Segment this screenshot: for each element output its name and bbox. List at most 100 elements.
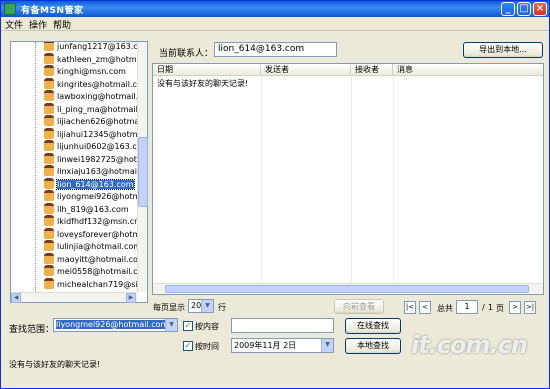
search-range-value: liyongmei926@hotmail.com	[56, 320, 169, 329]
current-page-input[interactable]: 1	[456, 300, 478, 314]
menu-help[interactable]: 帮助	[53, 18, 71, 31]
contact-list[interactable]: junfang1217@163.com kathleen_zm@hotmailki…	[11, 42, 137, 292]
contact-list-item[interactable]: li_ping_ma@hotmail.com	[44, 102, 137, 116]
contact-list-item[interactable]: llh_819@163.com	[44, 202, 137, 216]
contact-email: lion_614@163.com	[56, 178, 135, 190]
contact-list-item[interactable]: lijiachen626@hotmail.com	[44, 115, 137, 128]
local-search-button[interactable]: 本地查找	[345, 338, 401, 354]
per-page-select[interactable]: 20 ▼	[188, 299, 214, 313]
contact-avatar-icon	[44, 202, 54, 214]
scroll-left-arrow-icon[interactable]: ◀	[11, 293, 21, 303]
site-watermark: it.com.cn	[411, 331, 528, 359]
reverse-view-button[interactable]: 向前查看	[334, 299, 384, 314]
title-bar[interactable]: 有备MSN管家 _ □ ×	[1, 1, 549, 17]
contact-list-item[interactable]: linwei1982725@hotmail	[44, 152, 137, 166]
by-content-checkbox[interactable]: ✓	[183, 321, 193, 331]
window-title: 有备MSN管家	[21, 6, 84, 16]
contact-avatar-icon	[44, 252, 54, 264]
menu-file[interactable]: 文件	[5, 18, 23, 31]
contact-horizontal-scrollbar[interactable]: ◀ ▶	[11, 292, 137, 303]
minimize-button[interactable]: _	[501, 2, 515, 16]
next-page-button[interactable]: >	[509, 301, 521, 314]
contact-avatar-icon	[44, 127, 54, 139]
contact-avatar-icon	[44, 77, 54, 89]
contact-list-item[interactable]: liyongmei926@hotmail.com	[44, 190, 137, 203]
by-content-label: 按内容	[195, 322, 219, 331]
contact-email: liyongmei926@hotmail.com	[57, 192, 137, 201]
contact-email: lijunhui0602@163.com	[57, 142, 137, 151]
contact-list-item[interactable]: kingrites@hotmail.com	[44, 77, 137, 91]
contact-list-item[interactable]: lulinjia@hotmail.com	[44, 240, 137, 253]
menu-action[interactable]: 操作	[29, 18, 47, 31]
status-text: 没有与该好友的聊天记录!	[9, 360, 101, 369]
contact-list-item[interactable]: kinghi@msn.com	[44, 65, 137, 78]
column-receiver[interactable]: 接收者	[351, 64, 393, 76]
column-message[interactable]: 消息	[393, 64, 543, 76]
maximize-button[interactable]: □	[517, 2, 531, 16]
by-time-checkbox[interactable]: ✓	[183, 341, 193, 351]
contact-avatar-icon	[44, 90, 54, 101]
contact-avatar-icon	[44, 140, 54, 151]
prev-page-button[interactable]: <	[419, 301, 431, 314]
contact-avatar-icon	[44, 240, 54, 251]
contact-email: maoyitt@hotmail.com	[57, 254, 137, 264]
contact-email: llh_819@163.com	[57, 204, 129, 214]
contact-list-panel[interactable]: junfang1217@163.com kathleen_zm@hotmailki…	[10, 41, 148, 303]
column-divider	[393, 76, 394, 283]
total-label: 总共	[437, 304, 453, 313]
chevron-down-icon[interactable]: ▼	[201, 300, 213, 312]
page-separator: /	[482, 303, 485, 312]
contact-avatar-icon	[44, 102, 54, 114]
contact-vertical-scrollbar[interactable]	[137, 42, 148, 292]
contact-list-item[interactable]: lion_614@163.com	[44, 177, 137, 191]
close-button[interactable]: ×	[533, 2, 547, 16]
last-page-button[interactable]: >|	[524, 301, 536, 314]
grid-scroll-thumb[interactable]	[165, 285, 529, 293]
contact-email: junfang1217@163.com	[57, 42, 137, 51]
contact-list-item[interactable]: lawboxing@hotmail.com	[44, 90, 137, 103]
contact-avatar-icon	[44, 215, 54, 226]
export-button[interactable]: 导出到本地...	[463, 42, 543, 58]
grid-horizontal-scrollbar[interactable]	[153, 283, 543, 294]
contact-email: linwei1982725@hotmail	[57, 154, 137, 164]
message-grid[interactable]: 日期 发送者 接收者 消息 没有与该好友的聊天记录!	[152, 63, 544, 295]
contact-email: mei0558@hotmail.com	[57, 267, 137, 276]
total-pages: 1	[488, 303, 494, 312]
contact-avatar-icon	[44, 277, 54, 289]
contact-avatar-icon	[44, 152, 54, 164]
contact-list-item[interactable]: maoyitt@hotmail.com	[44, 252, 137, 266]
main-window: 有备MSN管家 _ □ × 文件 操作 帮助 junfang1217@163.c…	[0, 0, 550, 389]
menu-bar: 文件 操作 帮助	[1, 17, 549, 31]
contact-avatar-icon	[44, 177, 54, 189]
contact-scroll-thumb[interactable]	[138, 137, 148, 207]
column-date[interactable]: 日期	[153, 64, 261, 76]
contact-list-item[interactable]: lijunhui0602@163.com	[44, 140, 137, 153]
contact-list-item[interactable]: loveysforever@hotmail	[44, 227, 137, 241]
contact-list-item[interactable]: michealchan719@sina	[44, 277, 137, 291]
contact-list-item[interactable]: mei0558@hotmail.com	[44, 265, 137, 278]
search-range-select[interactable]: liyongmei926@hotmail.com ▼	[53, 318, 178, 332]
chevron-down-icon[interactable]: ▼	[321, 339, 333, 352]
current-contact-field[interactable]: lion_614@163.com	[214, 42, 337, 57]
contact-list-item[interactable]: linxiaju163@hotmail.com	[44, 165, 137, 178]
first-page-button[interactable]: |<	[404, 301, 416, 314]
contact-email: li_ping_ma@hotmail.com	[57, 104, 137, 114]
per-page-unit: 行	[218, 303, 226, 312]
chevron-down-icon[interactable]: ▼	[165, 319, 177, 331]
content-search-input[interactable]	[231, 318, 334, 333]
contact-list-item[interactable]: kathleen_zm@hotmail	[44, 52, 137, 66]
date-picker[interactable]: 2009年11月 2日 ▼	[231, 338, 334, 353]
contact-list-item[interactable]: lkidfhdf132@msn.cn	[44, 215, 137, 228]
column-sender[interactable]: 发送者	[261, 64, 351, 76]
contact-email: kathleen_zm@hotmail	[57, 54, 137, 64]
date-value: 2009年11月 2日	[234, 341, 297, 350]
online-search-button[interactable]: 在线查找	[345, 318, 401, 334]
scroll-right-arrow-icon[interactable]: ▶	[126, 293, 136, 303]
per-page-label: 每页显示	[153, 303, 185, 312]
contact-list-item[interactable]: lijiahui12345@hotmail.com	[44, 127, 137, 141]
contact-avatar-icon	[44, 65, 54, 76]
current-contact-label: 当前联系人：	[159, 49, 214, 59]
by-time-label: 按时间	[195, 342, 219, 351]
contact-avatar-icon	[44, 265, 54, 276]
contact-list-item[interactable]: junfang1217@163.com	[44, 42, 137, 53]
